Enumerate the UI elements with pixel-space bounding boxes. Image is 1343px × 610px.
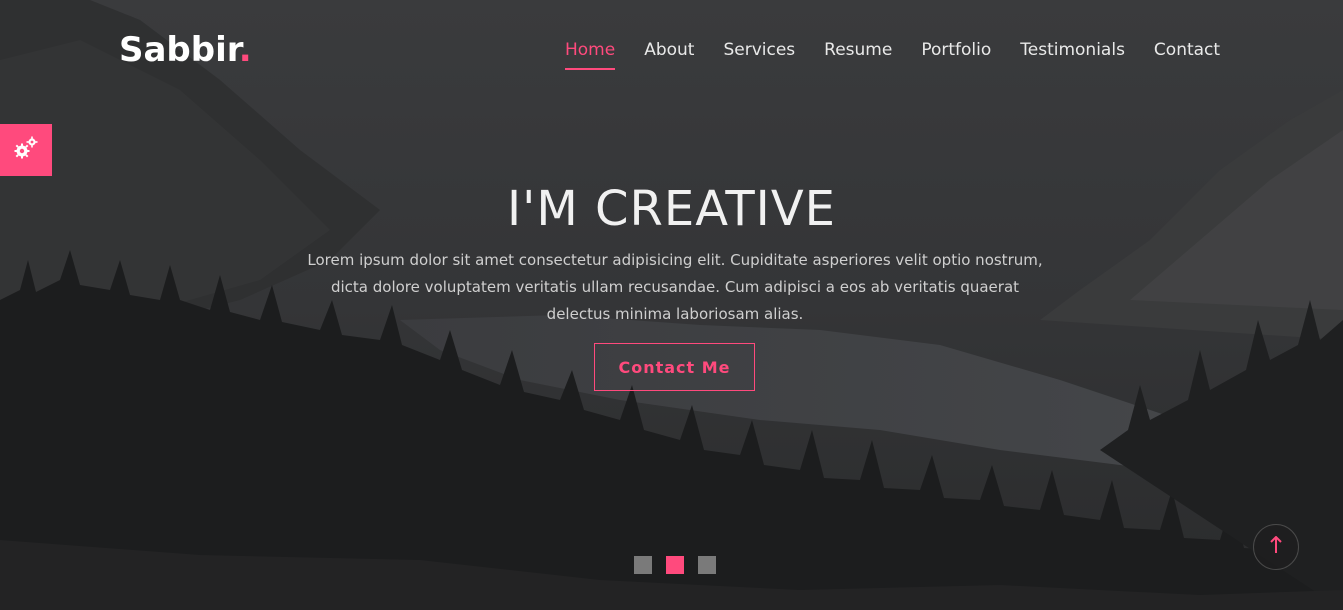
- back-to-top-button[interactable]: [1253, 524, 1299, 570]
- contact-me-button[interactable]: Contact Me: [594, 343, 755, 391]
- hero-title: I'M CREATIVE: [507, 181, 836, 237]
- nav-item-about[interactable]: About: [644, 38, 694, 70]
- nav-item-resume[interactable]: Resume: [824, 38, 892, 70]
- slider-pagination: [634, 556, 716, 574]
- slider-dot[interactable]: [698, 556, 716, 574]
- slider-dot-active[interactable]: [666, 556, 684, 574]
- nav-item-contact[interactable]: Contact: [1154, 38, 1220, 70]
- logo-dot: .: [238, 30, 252, 70]
- logo-text: Sabbir: [119, 30, 239, 70]
- nav-item-portfolio[interactable]: Portfolio: [921, 38, 991, 70]
- slider-dot[interactable]: [634, 556, 652, 574]
- nav-item-testimonials[interactable]: Testimonials: [1020, 38, 1125, 70]
- gears-icon: [12, 134, 40, 166]
- main-nav: Home About Services Resume Portfolio Tes…: [565, 38, 1220, 70]
- hero-description: Lorem ipsum dolor sit amet consectetur a…: [307, 251, 1043, 323]
- arrow-up-icon: [1269, 535, 1283, 558]
- nav-item-services[interactable]: Services: [723, 38, 795, 70]
- site-logo[interactable]: Sabbir.: [119, 28, 252, 72]
- nav-item-home[interactable]: Home: [565, 38, 616, 70]
- settings-toggle-button[interactable]: [0, 124, 52, 176]
